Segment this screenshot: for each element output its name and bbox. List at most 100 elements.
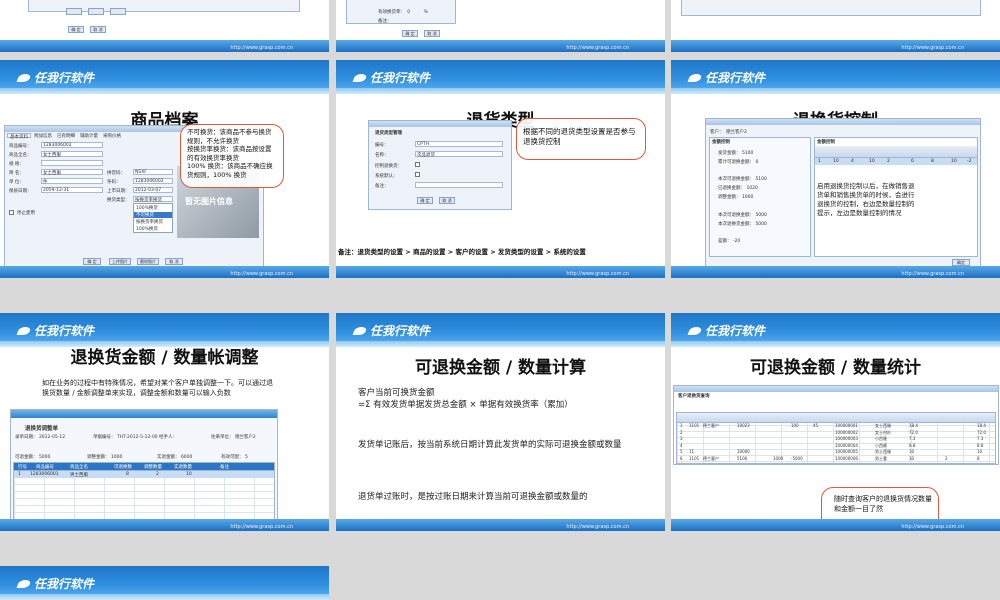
amount-row: 调整金额： 1000: [718, 195, 754, 200]
field-label: 上市日期：: [107, 189, 130, 194]
name-input[interactable]: 次品退货: [415, 151, 503, 158]
close-button[interactable]: 取 消: [424, 30, 440, 37]
remark-input[interactable]: [415, 182, 503, 188]
table-row[interactable]: 2 100000002 女士衬衫 72.0 72.0: [677, 430, 995, 436]
table-row[interactable]: 1 1101 德兰客户 10023 100 45 100000001 女士西服 18.4 18.4: [677, 423, 995, 429]
slide-footer: http://www.grasp.com.cn: [0, 40, 329, 52]
dropdown-option[interactable]: 100%换货: [136, 226, 158, 232]
doc-handler: 经手人：: [159, 435, 177, 440]
confirm-button[interactable]: 确 定: [83, 258, 101, 265]
dialog-fragment: [681, 0, 981, 16]
table-cell: 100000002: [835, 429, 858, 435]
stats-table[interactable]: 1 1101 德兰客户 10023 100 45 100000001 女士西服 18.4 18.4…: [676, 412, 996, 464]
table-cell: 2: [945, 455, 948, 461]
footer-url: http://www.grasp.com.cn: [566, 45, 629, 51]
short-name-input[interactable]: 女士西服: [41, 169, 103, 176]
field-label: 保质日期：: [9, 189, 32, 194]
dropdown-option-selected[interactable]: 不可换货: [134, 212, 172, 218]
slide-footer: http://www.grasp.com.cn: [671, 40, 1000, 52]
note-label: 备注：: [378, 19, 392, 24]
tab-extra[interactable]: 附加信息: [32, 133, 54, 139]
company-logo: 任我行软件: [352, 322, 430, 339]
ok-button[interactable]: [66, 8, 82, 15]
slide-title: 可退换金额 / 数量统计: [749, 358, 922, 378]
slide-footer: http://www.grasp.com.cn: [671, 266, 1000, 278]
table-row[interactable]: 5 11 10000 100000005 男士西服 10 10: [677, 449, 995, 455]
product-name-input[interactable]: 女士西服: [41, 151, 103, 158]
confirm-button[interactable]: 确 定: [402, 30, 418, 37]
slide-return-type: 任我行软件 退货类型 退货类型管理 编号： CPTH 名称： 次品退货 控制退换…: [336, 60, 665, 278]
control-exchange-checkbox[interactable]: [415, 162, 420, 167]
dropdown-option[interactable]: 按换货率换货: [136, 219, 163, 225]
customer-label: 客户：: [710, 130, 724, 135]
table-cell: 8.8: [909, 442, 916, 448]
company-logo: 任我行软件: [687, 322, 765, 339]
cancel-button[interactable]: 取 消: [165, 258, 183, 265]
table-cell: 男士西服: [875, 449, 891, 454]
field-label: 单 位：: [9, 180, 24, 185]
table-cell: 7.3: [977, 436, 984, 441]
table-row[interactable]: 3 100000003 小西装 7.3 7.3: [677, 436, 995, 442]
field-label: 名称：: [375, 153, 389, 158]
doc-adjust-amount: 调整金额： 1000: [87, 455, 123, 460]
table-cell: 100000003: [835, 436, 858, 441]
table-cell: 德兰客户: [703, 423, 719, 428]
table-cell: 7.3: [909, 436, 916, 441]
pinyin-input[interactable]: NSXF: [133, 169, 173, 175]
field-label: 商品全名：: [9, 153, 32, 158]
tab-price[interactable]: 采购价格: [101, 133, 123, 139]
table-cell: 72.0: [977, 429, 986, 435]
confirm-button[interactable]: 确 定: [417, 197, 433, 204]
table-cell: 8: [977, 455, 980, 461]
amount-row: 本次可退换金额： 5000: [718, 213, 767, 218]
company-logo: 任我行软件: [16, 322, 94, 339]
table-cell: 小西装: [875, 436, 887, 441]
tab-basic[interactable]: 基本资料: [7, 133, 31, 140]
footer-url: http://www.grasp.com.cn: [901, 45, 964, 51]
slide-header: 任我行软件: [671, 60, 1000, 94]
delete-image-button[interactable]: 删除图片: [137, 258, 159, 265]
exchange-control-note: 启用退换货控制以后，在做销售退货单和销售换货单的时候，会进行退换货的控制，右边是…: [817, 182, 915, 217]
slide-top-1: 确 定 取 消 http://www.grasp.com.cn: [0, 0, 329, 52]
table-cell: 1101: [689, 455, 700, 461]
table-cell: 2: [680, 429, 683, 435]
exchange-type-dropdown[interactable]: 100%换货 不可换货 按换货率换货 100%换货: [133, 203, 173, 233]
field-label: 商品编号：: [9, 144, 32, 149]
doc-refundable: 可退金额： 5000: [15, 455, 51, 460]
table-cell: 德兰客户: [703, 455, 719, 461]
table-row[interactable]: 4 100000004 小西裤 8.8 8.8: [677, 443, 995, 449]
calc-paragraph-2: 发货单记账后，按当前系统日期计算此发货单的实际可退换金额或数量: [358, 440, 622, 450]
tab-detail[interactable]: 已有明细: [55, 133, 77, 139]
panel-title: 金额控制: [712, 140, 730, 145]
expiry-input[interactable]: 2059-12-31: [41, 187, 103, 193]
default-checkbox[interactable]: [415, 172, 420, 177]
cancel-button[interactable]: 取 消: [439, 197, 455, 204]
close-button[interactable]: 取 消: [90, 26, 106, 33]
table-row[interactable]: 1 1283006001 男士西服 8 2 10: [14, 471, 274, 478]
table-cell: 100000004: [835, 442, 858, 448]
table-cell: 5: [680, 449, 683, 454]
table-cell: 8.8: [977, 442, 984, 448]
dropdown-option[interactable]: 100%换货: [136, 205, 158, 211]
tab-unit[interactable]: 辅助计量: [78, 133, 100, 139]
confirm-button[interactable]: 确定: [952, 259, 970, 266]
extra-button[interactable]: [110, 8, 126, 15]
barcode-input[interactable]: 1283006002: [133, 178, 173, 184]
slide-top-3: http://www.grasp.com.cn: [671, 0, 1000, 52]
qty-table-row[interactable]: 1 10 4 10 2 6 8 10 -2: [815, 158, 977, 165]
stop-checkbox[interactable]: [9, 210, 14, 215]
cancel-button[interactable]: [88, 8, 104, 15]
unit-input[interactable]: 件: [41, 178, 103, 185]
table-cell: 18.4: [977, 423, 986, 428]
company-logo: 任我行软件: [687, 69, 765, 86]
slide-exchange-control: 任我行软件 退换货控制 客户： 德兰客户2 金额控制 发货金额： 5100 累计…: [671, 60, 1000, 278]
exchange-type-select[interactable]: 按换货率换货: [133, 196, 173, 203]
confirm-button[interactable]: 确 定: [68, 26, 84, 33]
product-code-input[interactable]: 1283006002: [41, 142, 103, 148]
launch-date-input[interactable]: 2012-03-07: [133, 187, 173, 193]
code-input[interactable]: CPTH: [415, 141, 503, 147]
table-cell: 6: [680, 455, 683, 461]
spec-input[interactable]: [41, 160, 103, 166]
upload-image-button[interactable]: 上传图片: [109, 258, 131, 265]
table-row[interactable]: 6 1101 德兰客户 5100 1000 -5000 100000006 男士套 10 2 8: [677, 456, 995, 462]
